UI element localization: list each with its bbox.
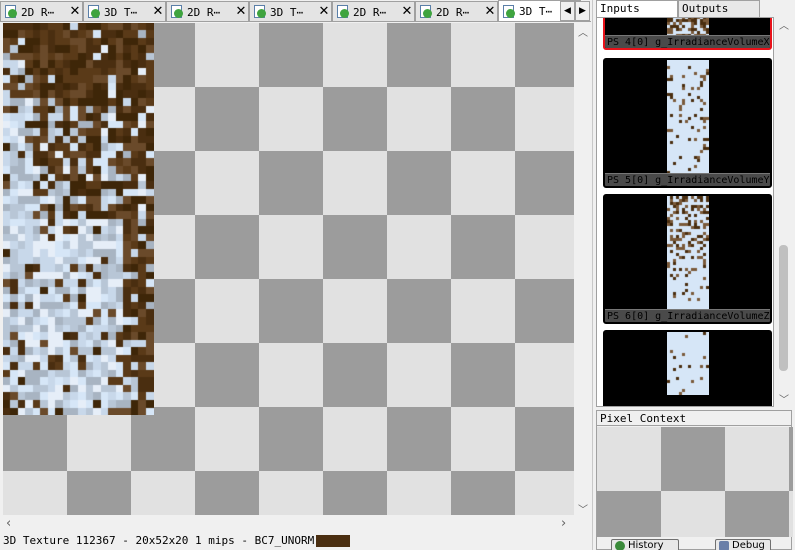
close-icon[interactable]: ✕	[234, 5, 248, 19]
close-icon[interactable]: ✕	[68, 5, 82, 19]
tab-6[interactable]: 2D R⋯ ✕	[415, 1, 498, 21]
texture-document-icon	[336, 5, 350, 19]
thumbnail-image	[667, 60, 709, 173]
tab-label: 3D T⋯	[270, 5, 304, 19]
texture-document-icon	[4, 5, 18, 19]
tab-label: 3D T⋯	[519, 5, 553, 18]
status-bar: 3D Texture 112367 - 20x52x20 1 mips - BC…	[0, 531, 591, 550]
texture-document-icon	[87, 5, 101, 19]
tab-inputs-label: Inputs	[600, 2, 640, 15]
thumbnail-caption: PS 4[0] g_IrradianceVolumeX	[605, 35, 770, 48]
tab-inputs[interactable]: Inputs	[596, 0, 678, 17]
tab-scroll-right-icon[interactable]: ▶	[575, 1, 590, 21]
io-tab-strip: Inputs Outputs	[596, 0, 792, 17]
pixel-color-swatch	[316, 534, 351, 547]
close-icon[interactable]: ✕	[317, 5, 331, 19]
scroll-down-icon[interactable]: ﹀	[578, 501, 588, 516]
tab-label: 2D R⋯	[21, 5, 55, 19]
tab-label: 2D R⋯	[353, 5, 387, 19]
thumbnail-image	[667, 18, 709, 35]
bug-icon	[719, 541, 729, 550]
tab-5[interactable]: 2D R⋯ ✕	[332, 1, 415, 21]
history-button[interactable]: History	[611, 539, 679, 550]
tab-outputs-label: Outputs	[682, 2, 729, 15]
texture-viewer-window: 2D R⋯ ✕ 3D T⋯ ✕ 2D R⋯ ✕ 3D T⋯ ✕ 2D R⋯ ✕ 2D R⋯ ✕ 3D T…	[0, 0, 795, 550]
tab-2[interactable]: 3D T⋯ ✕	[83, 1, 166, 21]
scroll-down-icon[interactable]: ﹀	[779, 391, 789, 406]
scroll-left-icon[interactable]: ‹	[6, 516, 11, 531]
close-icon[interactable]: ✕	[400, 5, 414, 19]
tab-bar: 2D R⋯ ✕ 3D T⋯ ✕ 2D R⋯ ✕ 3D T⋯ ✕ 2D R⋯ ✕ 2D R⋯ ✕ 3D T…	[0, 0, 591, 22]
history-button-label: History	[628, 540, 664, 550]
texture-document-icon	[170, 5, 184, 19]
thumbnail-image	[667, 196, 709, 309]
pixel-context-view	[597, 427, 793, 537]
pixel-context-panel: Pixel Context History Debug	[596, 410, 793, 550]
tab-label: 2D R⋯	[187, 5, 221, 19]
thumbnail-item[interactable]	[603, 330, 772, 406]
pixel-context-title: Pixel Context	[597, 411, 791, 426]
thumbnail-caption: PS 5[0] g_IrradianceVolumeY	[605, 173, 770, 186]
debug-button[interactable]: Debug	[715, 539, 771, 550]
texture-document-icon	[253, 5, 267, 19]
resource-panel: Inputs Outputs PS 4[0] g_IrradianceVolum…	[592, 0, 795, 550]
scroll-right-icon[interactable]: ›	[561, 516, 566, 531]
scrollbar-thumb[interactable]	[779, 245, 788, 371]
thumbnail-scrollbar[interactable]: ︿ ﹀	[775, 17, 792, 407]
history-icon	[615, 541, 625, 550]
status-text: 3D Texture 112367 - 20x52x20 1 mips - BC…	[3, 534, 315, 547]
texture-viewport[interactable]	[3, 23, 574, 515]
tab-scroll-left-icon[interactable]: ◀	[560, 1, 575, 21]
tab-label: 3D T⋯	[104, 5, 138, 19]
thumbnail-image	[667, 332, 709, 395]
tab-1[interactable]: 2D R⋯ ✕	[0, 1, 83, 21]
thumbnail-item[interactable]: PS 5[0] g_IrradianceVolumeY	[603, 58, 772, 188]
viewport-vertical-scrollbar[interactable]: ︿ ﹀	[575, 23, 591, 517]
thumbnail-list[interactable]: PS 4[0] g_IrradianceVolumeX PS 5[0] g_Irr…	[596, 17, 774, 407]
viewport-horizontal-scrollbar[interactable]: ‹ ›	[3, 515, 575, 531]
debug-button-label: Debug	[732, 540, 765, 550]
tab-outputs[interactable]: Outputs	[678, 0, 760, 17]
tab-4[interactable]: 3D T⋯ ✕	[249, 1, 332, 21]
tab-3[interactable]: 2D R⋯ ✕	[166, 1, 249, 21]
texture-document-icon	[419, 5, 433, 19]
thumbnail-item[interactable]: PS 6[0] g_IrradianceVolumeZ	[603, 194, 772, 324]
scroll-up-icon[interactable]: ︿	[779, 17, 789, 32]
tab-label: 2D R⋯	[436, 5, 470, 19]
close-icon[interactable]: ✕	[151, 5, 165, 19]
thumbnail-item[interactable]: PS 4[0] g_IrradianceVolumeX	[603, 18, 772, 50]
texture-preview	[3, 23, 154, 415]
scroll-up-icon[interactable]: ︿	[578, 24, 588, 39]
texture-document-icon	[502, 4, 516, 19]
close-icon[interactable]: ✕	[483, 5, 497, 19]
thumbnail-caption: PS 6[0] g_IrradianceVolumeZ	[605, 309, 770, 322]
